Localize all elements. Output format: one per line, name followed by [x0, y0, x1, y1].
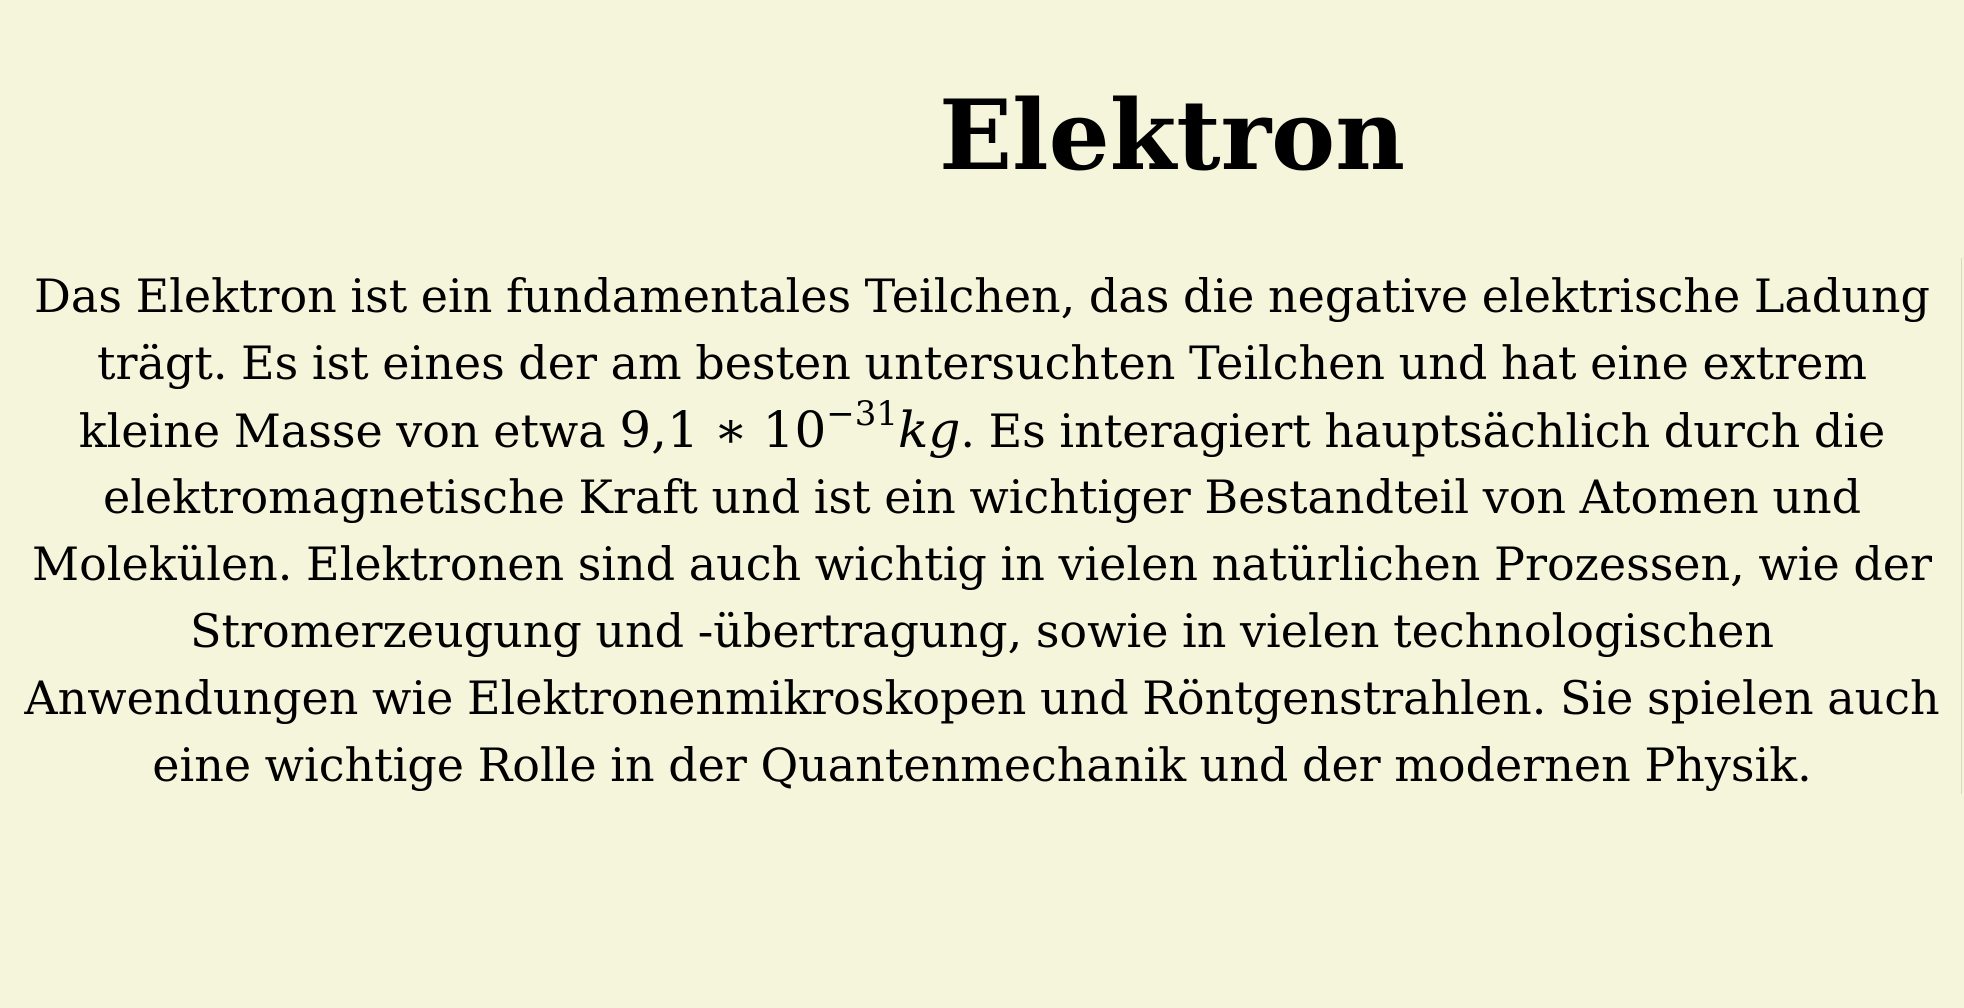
electron-mass-formula: 9,1 ∗ 10−31kg: [619, 397, 961, 459]
document-page: Elektron Das Elektron ist ein fundamenta…: [0, 0, 1964, 1008]
formula-unit: kg: [898, 400, 961, 459]
page-title: Elektron: [939, 79, 1405, 192]
right-edge-divider: [1961, 258, 1962, 794]
article-paragraph: Das Elektron ist ein fundamentales Teilc…: [24, 263, 1940, 798]
formula-mantissa: 9,1 ∗ 10: [619, 400, 827, 459]
paragraph-text-after-formula: . Es interagiert hauptsächlich durch die…: [24, 403, 1940, 792]
formula-exponent: −31: [826, 393, 899, 434]
